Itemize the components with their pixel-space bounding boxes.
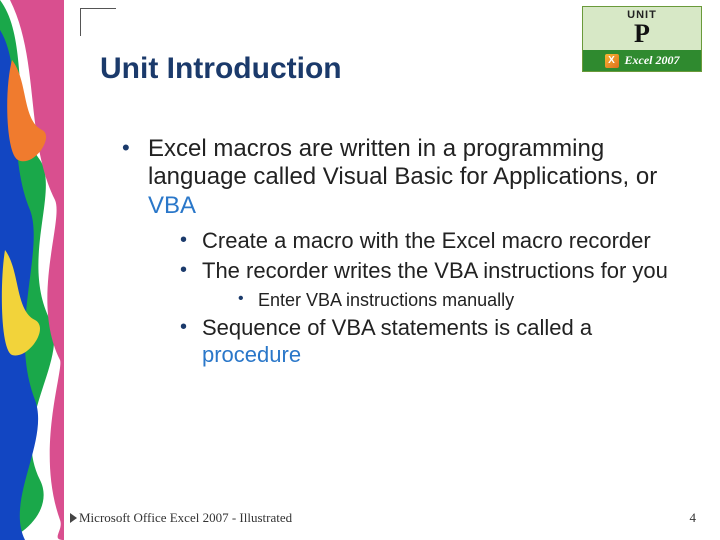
triangle-icon xyxy=(70,513,77,523)
corner-rule-horizontal xyxy=(80,8,116,9)
unit-badge: UNIT P X Excel 2007 xyxy=(582,6,702,72)
bullet-text: Excel macros are written in a programmin… xyxy=(148,135,657,190)
decorative-art-strip xyxy=(0,0,64,540)
page-title: Unit Introduction xyxy=(100,52,342,86)
unit-badge-product: X Excel 2007 xyxy=(583,50,701,71)
bullet-level2: Sequence of VBA statements is called a p… xyxy=(178,315,678,368)
unit-badge-product-text: Excel 2007 xyxy=(625,53,680,68)
bullet-text: Create a macro with the Excel macro reco… xyxy=(202,228,651,253)
bullet-level2: Create a macro with the Excel macro reco… xyxy=(178,228,678,254)
bullet-text: The recorder writes the VBA instructions… xyxy=(202,258,668,283)
bullet-level2: The recorder writes the VBA instructions… xyxy=(178,258,678,284)
bullet-text: Enter VBA instructions manually xyxy=(258,290,514,310)
bullet-text: Sequence of VBA statements is called a xyxy=(202,315,592,340)
excel-logo-icon: X xyxy=(605,54,619,68)
content-area: Excel macros are written in a programmin… xyxy=(118,135,678,372)
highlight-term: procedure xyxy=(202,342,301,367)
bullet-level1: Excel macros are written in a programmin… xyxy=(118,135,678,220)
unit-badge-letter: P xyxy=(583,21,701,50)
footer-left: Microsoft Office Excel 2007 - Illustrate… xyxy=(70,510,292,526)
highlight-term: VBA xyxy=(148,192,196,219)
bullet-level3: Enter VBA instructions manually xyxy=(238,289,678,312)
page-number: 4 xyxy=(690,510,697,526)
corner-rule-vertical xyxy=(80,8,81,36)
footer-text: Microsoft Office Excel 2007 - Illustrate… xyxy=(79,510,292,526)
